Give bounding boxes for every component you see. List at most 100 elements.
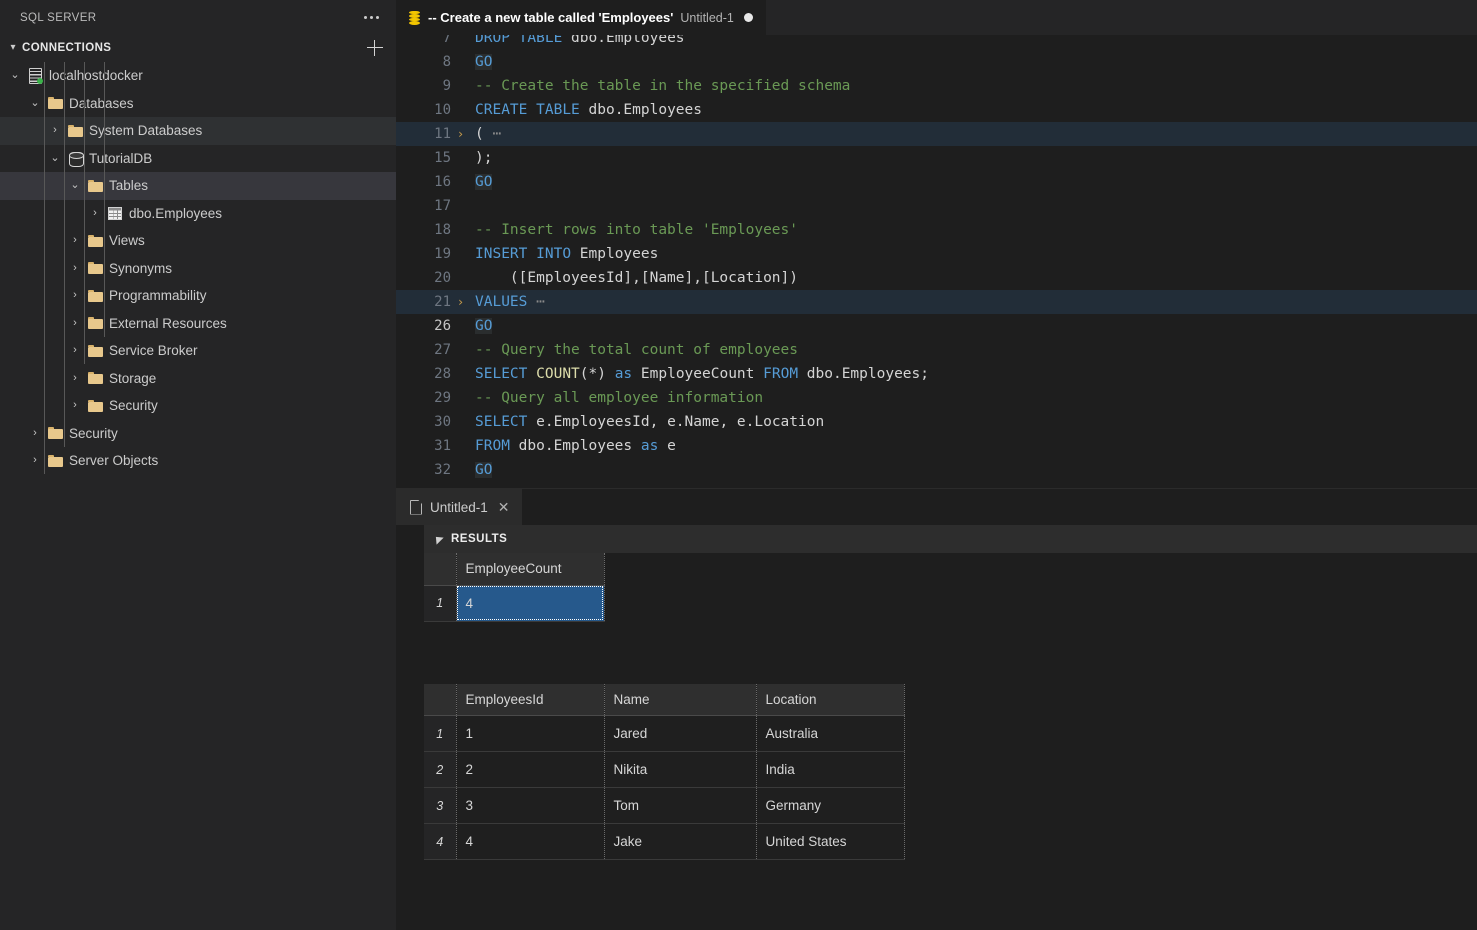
table-cell[interactable]: Germany	[756, 787, 905, 824]
code-line-31[interactable]: 31› FROM dbo.Employees as e	[396, 434, 1477, 458]
tree-indent-guide	[64, 62, 65, 447]
database-icon	[408, 10, 421, 25]
chevron-down-icon[interactable]: ⌄	[26, 97, 44, 109]
chevron-right-icon[interactable]: ›	[66, 262, 84, 274]
table-cell[interactable]: India	[756, 751, 905, 788]
tree-item-tutorialdb[interactable]: ⌄ TutorialDB	[0, 145, 396, 173]
table-row[interactable]: 3 3 Tom Germany	[424, 787, 905, 824]
tree-item-synonyms[interactable]: › Synonyms	[0, 255, 396, 283]
results-grid-employees[interactable]: EmployeesId Name Location 1 1 Jared Australia 2…	[424, 683, 905, 860]
code-line-11[interactable]: 11 › ( ⋯	[396, 122, 1477, 146]
table-row[interactable]: 14	[424, 585, 605, 622]
chevron-right-icon[interactable]: ›	[66, 317, 84, 329]
code-line-10[interactable]: 10› CREATE TABLE dbo.Employees	[396, 98, 1477, 122]
chevron-right-icon[interactable]: ›	[66, 400, 84, 411]
line-number: 29	[434, 390, 451, 406]
code-text: SELECT COUNT(*) as EmployeeCount FROM db…	[475, 366, 929, 382]
tree-item-label: Server Objects	[69, 453, 159, 469]
chevron-right-icon[interactable]: ›	[66, 372, 84, 384]
table-cell[interactable]: 4	[456, 585, 605, 622]
column-header-employeesid[interactable]: EmployeesId	[456, 683, 605, 716]
chevron-down-icon[interactable]: ⌄	[46, 152, 64, 164]
table-cell[interactable]: Jake	[604, 823, 757, 860]
tree-item-label: Synonyms	[109, 260, 173, 276]
chevron-right-icon[interactable]: ›	[66, 235, 84, 246]
table-cell[interactable]: Nikita	[604, 751, 757, 788]
column-header-employeecount[interactable]: EmployeeCount	[456, 553, 605, 586]
tree-item-storage[interactable]: › Storage	[0, 365, 396, 393]
row-number-cell[interactable]: 4	[424, 823, 457, 860]
code-line-15[interactable]: 15›);	[396, 146, 1477, 170]
table-cell[interactable]: 2	[456, 751, 605, 788]
chevron-down-icon[interactable]: ⌄	[66, 180, 84, 191]
folder-icon	[87, 289, 103, 302]
fold-chevron-icon[interactable]: ›	[451, 290, 470, 314]
row-number-cell[interactable]: 2	[424, 751, 457, 788]
code-line-19[interactable]: 19› INSERT INTO Employees	[396, 242, 1477, 266]
table-cell[interactable]: Jared	[604, 715, 757, 752]
code-line-27[interactable]: 27› -- Query the total count of employees	[396, 338, 1477, 362]
tree-item-security[interactable]: › Security	[0, 420, 396, 448]
connections-section-header[interactable]: ▾ CONNECTIONS	[0, 35, 396, 61]
tree-item-server-objects[interactable]: › Server Objects	[0, 447, 396, 475]
tree-item-databases[interactable]: ⌄ Databases	[0, 90, 396, 118]
chevron-right-icon[interactable]: ›	[66, 290, 84, 301]
sql-code-editor[interactable]: 7›DROP TABLE dbo.Employees8›GO9›-- Creat…	[396, 35, 1477, 488]
fold-chevron-icon[interactable]: ›	[451, 122, 470, 146]
chevron-right-icon[interactable]: ›	[26, 455, 44, 466]
table-row[interactable]: 4 4 Jake United States	[424, 823, 905, 860]
code-line-8[interactable]: 8› GO	[396, 50, 1477, 74]
chevron-right-icon[interactable]: ›	[46, 125, 64, 136]
table-row[interactable]: 2 2 Nikita India	[424, 751, 905, 788]
code-line-30[interactable]: 30› SELECT e.EmployeesId, e.Name, e.Locat…	[396, 410, 1477, 434]
tree-item-tables[interactable]: ⌄ Tables	[0, 172, 396, 200]
code-line-20[interactable]: 20› ([EmployeesId],[Name],[Location])	[396, 266, 1477, 290]
code-line-17[interactable]: 17›	[396, 194, 1477, 218]
results-section-header[interactable]: RESULTS	[424, 525, 1477, 553]
column-header-location[interactable]: Location	[756, 683, 905, 716]
results-grid-employeecount[interactable]: EmployeeCount 1 4	[424, 553, 605, 622]
code-line-26[interactable]: 26› GO	[396, 314, 1477, 338]
results-horizontal-scrollbar[interactable]	[424, 860, 1477, 865]
code-line-21[interactable]: 21 › VALUES ⋯	[396, 290, 1477, 314]
add-connection-plus-icon[interactable]	[366, 39, 384, 57]
table-cell[interactable]: Australia	[756, 715, 905, 752]
tree-item-programmability[interactable]: › Programmability	[0, 282, 396, 310]
tree-item-views[interactable]: › Views	[0, 227, 396, 255]
close-icon[interactable]: ✕	[498, 500, 510, 514]
results-tab-untitled-1[interactable]: Untitled-1 ✕	[396, 489, 522, 525]
table-row[interactable]: 1 1 Jared Australia	[424, 715, 905, 752]
row-number-cell[interactable]: 1	[424, 585, 457, 622]
collapse-caret-icon[interactable]	[432, 533, 444, 545]
tree-item-system-databases[interactable]: › System Databases	[0, 117, 396, 145]
column-header-name[interactable]: Name	[604, 683, 757, 716]
chevron-down-icon[interactable]: ⌄	[6, 70, 24, 81]
chevron-right-icon[interactable]: ›	[66, 345, 84, 356]
code-line-16[interactable]: 16› GO	[396, 170, 1477, 194]
code-text: GO	[475, 318, 493, 334]
tree-item-external-resources[interactable]: › External Resources	[0, 310, 396, 338]
code-line-18[interactable]: 18› -- Insert rows into table 'Employees'	[396, 218, 1477, 242]
row-number-header	[424, 683, 457, 716]
table-cell[interactable]: United States	[756, 823, 905, 860]
chevron-right-icon[interactable]: ›	[86, 207, 104, 219]
table-cell[interactable]: 1	[456, 715, 605, 752]
code-line-32[interactable]: 32› GO	[396, 458, 1477, 482]
row-number-cell[interactable]: 1	[424, 715, 457, 752]
table-cell[interactable]: 4	[456, 823, 605, 860]
table-cell[interactable]: 3	[456, 787, 605, 824]
code-line-28[interactable]: 28› SELECT COUNT(*) as EmployeeCount FROM…	[396, 362, 1477, 386]
row-number-cell[interactable]: 3	[424, 787, 457, 824]
unsaved-dot-icon[interactable]	[743, 13, 753, 22]
ellipsis-icon[interactable]	[360, 10, 382, 26]
editor-tab-untitled-1[interactable]: -- Create a new table called 'Employees'…	[396, 0, 766, 35]
code-line-7[interactable]: 7› DROP TABLE dbo.Employees	[396, 35, 1477, 50]
code-line-9[interactable]: 9› -- Create the table in the specified s…	[396, 74, 1477, 98]
tree-item-service-broker[interactable]: › Service Broker	[0, 337, 396, 365]
tree-item-dbo-employees[interactable]: › dbo.Employees	[0, 200, 396, 228]
table-cell[interactable]: Tom	[604, 787, 757, 824]
code-line-29[interactable]: 29› -- Query all employee information	[396, 386, 1477, 410]
tree-item-localhostdocker[interactable]: ⌄ localhostdocker	[0, 62, 396, 90]
tree-item-security[interactable]: › Security	[0, 392, 396, 420]
chevron-right-icon[interactable]: ›	[26, 427, 44, 439]
